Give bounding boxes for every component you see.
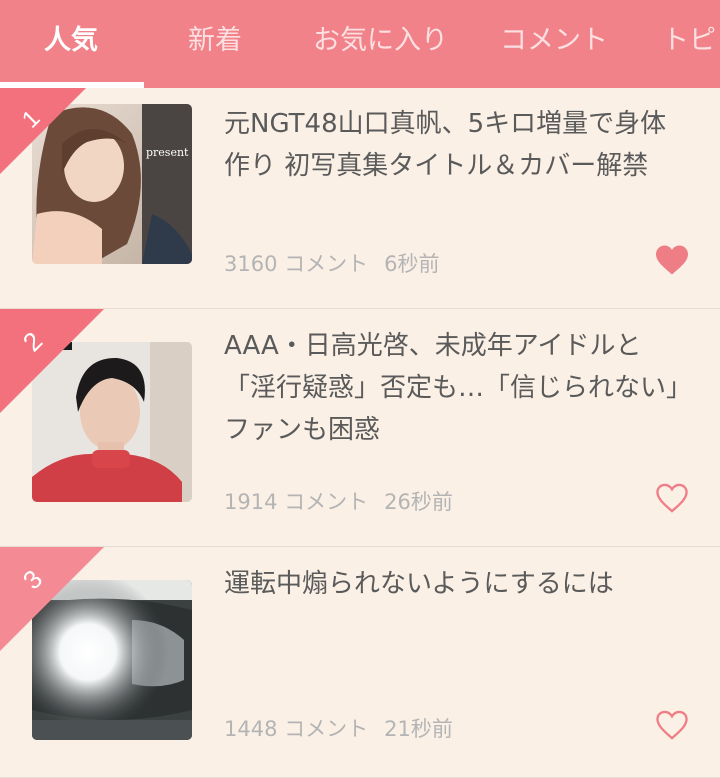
rank-ribbon: 2: [0, 309, 104, 413]
article-item[interactable]: 2 AAA・日高光啓、未成年アイドルと「淫行疑惑」否定も…「信じられない」ファン…: [0, 309, 720, 547]
heart-filled-icon[interactable]: [654, 244, 690, 276]
tab-topics[interactable]: トピ: [662, 0, 716, 84]
article-title[interactable]: 元NGT48山口真帆、5キロ増量で身体作り 初写真集タイトル＆カバー解禁: [224, 103, 689, 187]
article-meta: 3160 コメント 6秒前: [224, 248, 440, 278]
posted-time: 26秒前: [384, 490, 453, 514]
article-title[interactable]: 運転中煽られないようにするには: [224, 563, 689, 605]
heart-outline-icon[interactable]: [654, 709, 690, 741]
article-meta: 1914 コメント 26秒前: [224, 486, 453, 516]
comment-count: 1914 コメント: [224, 490, 369, 514]
comment-count: 1448 コメント: [224, 717, 369, 741]
tab-popular[interactable]: 人気: [44, 0, 98, 84]
category-tab-bar: 人気 新着 お気に入り コメント トピ: [0, 0, 720, 88]
posted-time: 21秒前: [384, 717, 453, 741]
heart-outline-icon[interactable]: [654, 482, 690, 514]
article-item[interactable]: 3 運転中煽られないようにするには 1448 コメント 21秒前: [0, 547, 720, 778]
comment-count: 3160 コメント: [224, 252, 369, 276]
article-item[interactable]: present 1 元NGT48山口真帆、5キロ増量で身体作り 初写真集タイトル…: [0, 88, 720, 309]
tab-comments[interactable]: コメント: [500, 0, 608, 84]
article-meta: 1448 コメント 21秒前: [224, 713, 453, 743]
tab-new[interactable]: 新着: [188, 0, 242, 84]
posted-time: 6秒前: [384, 252, 440, 276]
article-title[interactable]: AAA・日高光啓、未成年アイドルと「淫行疑惑」否定も…「信じられない」ファンも困…: [224, 325, 689, 451]
rank-ribbon: 1: [0, 88, 86, 174]
thumbnail-caption: present: [146, 146, 189, 159]
tab-favorites[interactable]: お気に入り: [313, 0, 448, 84]
rank-ribbon: 3: [0, 547, 104, 651]
